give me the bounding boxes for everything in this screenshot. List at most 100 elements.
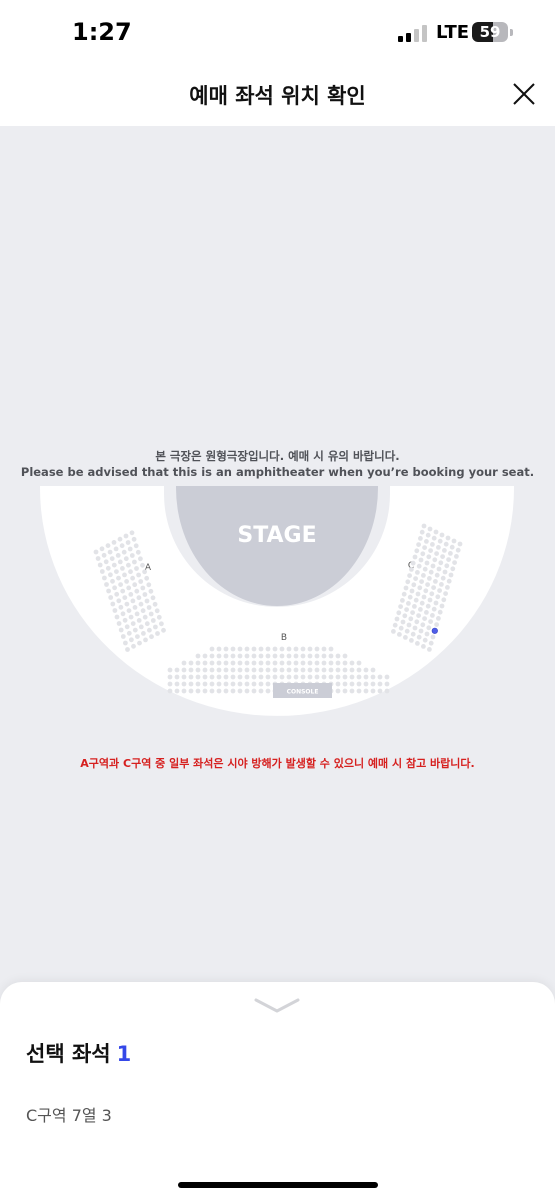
seat[interactable] xyxy=(398,625,404,631)
seat[interactable] xyxy=(136,618,142,623)
seat[interactable] xyxy=(307,653,313,659)
seat[interactable] xyxy=(126,608,132,613)
seat[interactable] xyxy=(430,542,435,547)
seat[interactable] xyxy=(409,588,415,594)
seat[interactable] xyxy=(429,591,435,597)
seat[interactable] xyxy=(448,572,454,578)
seat[interactable] xyxy=(104,582,109,587)
seat[interactable] xyxy=(132,605,138,610)
seat[interactable] xyxy=(230,646,236,652)
seat[interactable] xyxy=(286,646,292,652)
seat[interactable] xyxy=(118,604,124,610)
seat[interactable] xyxy=(265,653,271,659)
seat[interactable] xyxy=(300,667,306,673)
seat[interactable] xyxy=(328,653,334,659)
seat[interactable] xyxy=(293,646,299,652)
seat[interactable] xyxy=(452,560,457,565)
seat[interactable] xyxy=(230,653,236,659)
seat[interactable] xyxy=(279,667,285,673)
seat[interactable] xyxy=(167,688,173,694)
seat[interactable] xyxy=(265,667,271,673)
seat[interactable] xyxy=(251,681,257,687)
seat[interactable] xyxy=(307,674,313,680)
seat[interactable] xyxy=(118,627,124,633)
seat[interactable] xyxy=(410,560,416,566)
seat[interactable] xyxy=(147,627,152,633)
seat-selected[interactable] xyxy=(431,627,438,634)
seat[interactable] xyxy=(417,585,423,591)
seat[interactable] xyxy=(105,543,111,548)
seat[interactable] xyxy=(432,557,438,563)
seat[interactable] xyxy=(159,621,164,627)
seat[interactable] xyxy=(167,674,173,680)
seat[interactable] xyxy=(342,674,348,680)
seat[interactable] xyxy=(349,660,355,666)
seat[interactable] xyxy=(424,610,429,615)
seat[interactable] xyxy=(307,667,313,673)
seat[interactable] xyxy=(265,660,271,666)
seat[interactable] xyxy=(122,572,127,578)
seat[interactable] xyxy=(377,688,383,694)
seat[interactable] xyxy=(425,532,431,538)
seat[interactable] xyxy=(328,667,334,673)
seat[interactable] xyxy=(223,681,229,687)
seat[interactable] xyxy=(421,523,427,529)
seat[interactable] xyxy=(349,688,355,694)
seat[interactable] xyxy=(403,585,409,591)
seat[interactable] xyxy=(132,559,137,565)
seat[interactable] xyxy=(181,667,187,673)
seat[interactable] xyxy=(394,616,400,622)
seat[interactable] xyxy=(328,660,334,666)
seat[interactable] xyxy=(436,616,441,621)
seat[interactable] xyxy=(216,674,222,680)
seat[interactable] xyxy=(403,635,408,640)
seat[interactable] xyxy=(418,536,423,541)
seat[interactable] xyxy=(138,579,144,584)
seat[interactable] xyxy=(328,674,334,680)
seat[interactable] xyxy=(396,610,402,616)
seat[interactable] xyxy=(342,688,348,694)
seat[interactable] xyxy=(436,566,442,572)
seat[interactable] xyxy=(149,634,154,640)
seat[interactable] xyxy=(223,660,229,666)
seat[interactable] xyxy=(134,566,139,571)
seat[interactable] xyxy=(110,578,115,584)
seat[interactable] xyxy=(418,607,423,612)
seat[interactable] xyxy=(415,591,421,597)
seat[interactable] xyxy=(406,622,412,628)
seat[interactable] xyxy=(416,613,421,618)
seat[interactable] xyxy=(321,646,327,652)
seat[interactable] xyxy=(434,572,440,578)
seat[interactable] xyxy=(440,554,445,559)
seat[interactable] xyxy=(128,614,134,620)
seat[interactable] xyxy=(455,547,461,553)
seat[interactable] xyxy=(402,613,408,619)
seat[interactable] xyxy=(155,631,160,636)
seat[interactable] xyxy=(342,660,348,666)
seat[interactable] xyxy=(223,667,229,673)
seat[interactable] xyxy=(202,688,208,694)
seat[interactable] xyxy=(167,667,173,673)
seat[interactable] xyxy=(111,562,117,568)
seat[interactable] xyxy=(342,653,348,659)
seat[interactable] xyxy=(251,667,257,673)
seat[interactable] xyxy=(457,541,463,547)
seat[interactable] xyxy=(335,653,341,659)
seat[interactable] xyxy=(97,562,103,568)
seat[interactable] xyxy=(307,646,313,652)
seat[interactable] xyxy=(272,674,278,680)
seat[interactable] xyxy=(123,533,129,539)
seat[interactable] xyxy=(181,688,187,694)
seat[interactable] xyxy=(116,575,121,581)
seat[interactable] xyxy=(258,667,264,673)
seat[interactable] xyxy=(136,595,142,601)
collapse-button[interactable] xyxy=(254,996,300,1014)
seat[interactable] xyxy=(422,566,428,572)
seat[interactable] xyxy=(195,681,201,687)
seat[interactable] xyxy=(122,617,128,623)
seat[interactable] xyxy=(424,539,429,544)
seat[interactable] xyxy=(161,627,166,633)
seat[interactable] xyxy=(244,667,250,673)
seat[interactable] xyxy=(131,536,137,542)
seat[interactable] xyxy=(95,556,101,561)
